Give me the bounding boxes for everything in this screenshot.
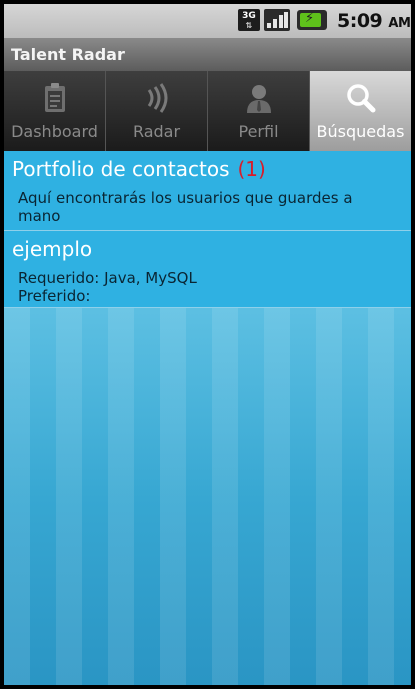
battery-charging-icon: ⚡ [297,10,327,30]
network-type-label: 3G [242,11,256,21]
clock-ampm: AM [388,16,411,31]
app-title-bar: Talent Radar [4,38,411,72]
portfolio-title: Portfolio de contactos [12,157,230,181]
tab-label: Búsquedas [316,122,405,141]
search-list: Portfolio de contactos (1) Aquí encontrar… [4,151,411,685]
clipboard-icon [44,83,65,112]
tab-radar[interactable]: Radar [106,71,208,151]
tab-dashboard[interactable]: Dashboard [4,71,106,151]
tab-label: Dashboard [11,122,98,141]
search-preferred: Preferido: [18,287,91,305]
tab-label: Perfil [238,122,279,141]
search-required: Requerido: Java, MySQL [18,269,197,287]
clock-time: 5:09 [337,10,383,32]
signal-strength-icon [264,9,290,31]
status-bar: 3G ⇅ ⚡ 5:09 AM [4,4,411,38]
app-title: Talent Radar [11,45,125,64]
tab-bar: Dashboard Radar Perfil Búsquedas [4,71,411,151]
device-screen: 3G ⇅ ⚡ 5:09 AM Talent Radar Dashboard Ra… [4,4,411,685]
list-item-portfolio[interactable]: Portfolio de contactos (1) Aquí encontrar… [4,151,411,231]
person-icon [246,85,271,113]
radar-waves-icon [147,83,167,113]
magnifier-icon [346,84,375,113]
tab-perfil[interactable]: Perfil [208,71,310,151]
portfolio-description: Aquí encontrarás los usuarios que guarde… [18,189,353,225]
list-item-ejemplo[interactable]: ejemplo Requerido: Java, MySQL Preferido… [4,231,411,308]
list-item-title: Portfolio de contactos (1) [12,157,266,181]
tab-busquedas[interactable]: Búsquedas [310,71,411,151]
portfolio-count: (1) [237,157,266,181]
search-criteria: Requerido: Java, MySQL Preferido: [18,269,398,305]
tab-label: Radar [132,122,181,141]
status-time: 5:09 AM [337,10,411,32]
network-3g-icon: 3G ⇅ [238,9,260,31]
search-title: ejemplo [12,237,93,261]
